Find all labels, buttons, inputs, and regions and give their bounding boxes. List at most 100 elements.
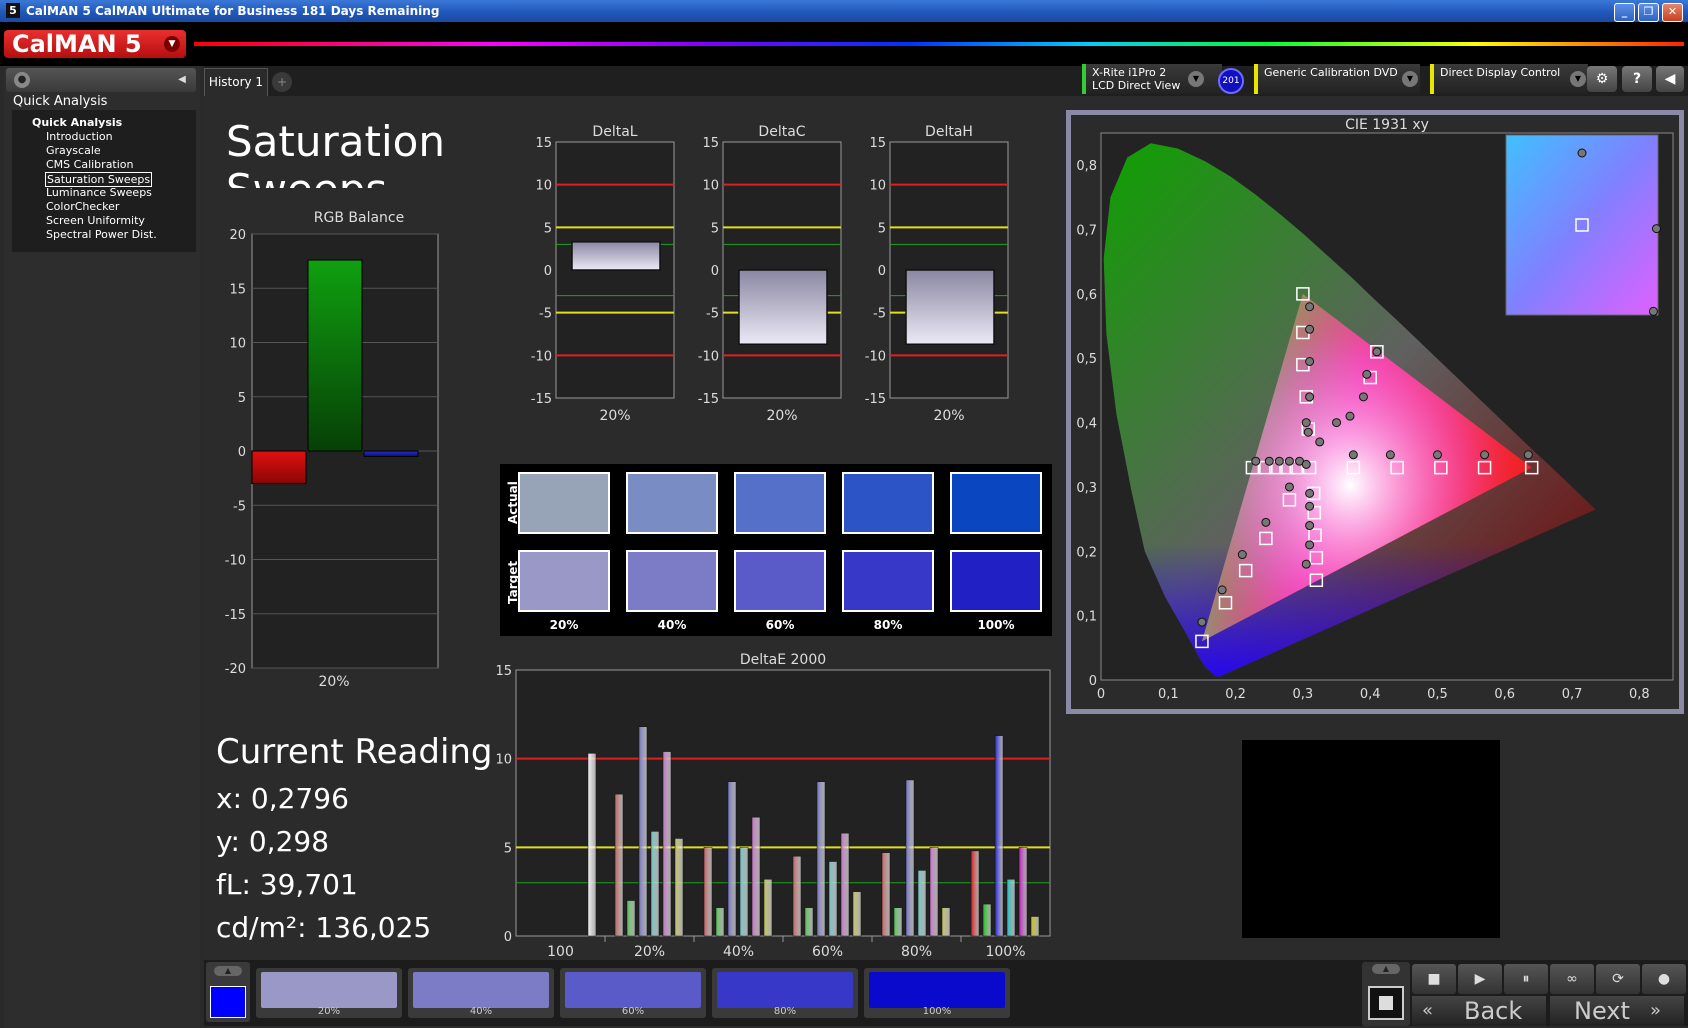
y-tick-label: 0,4 — [1076, 417, 1097, 432]
back-button[interactable]: « Back — [1412, 996, 1546, 1026]
calman-logo-menu[interactable]: CalMAN 5 ▼ — [4, 30, 186, 58]
minimize-button[interactable]: _ — [1614, 3, 1635, 22]
y-tick-label: 0 — [238, 445, 246, 460]
x-tick-label: 100% — [985, 944, 1025, 960]
deltae-bar — [941, 907, 951, 937]
bottom-swatch-label: 100% — [922, 1006, 952, 1017]
x-tick-label: 20% — [933, 408, 964, 424]
deltae-bar — [650, 831, 660, 937]
bottom-swatch-color — [413, 972, 549, 1008]
continuous-button[interactable]: ∞ — [1550, 964, 1594, 994]
y-tick-label: 10 — [535, 179, 552, 194]
meter-selector[interactable]: X-Rite i1Pro 2 LCD Direct View ▼ — [1082, 64, 1222, 94]
y-tick-label: -5 — [706, 307, 719, 322]
bottom-swatch-1[interactable]: 20% — [256, 968, 402, 1018]
page-title-line2: Sweeps — [226, 166, 476, 189]
bottom-swatch-2[interactable]: 40% — [408, 968, 554, 1018]
infinity-icon: ∞ — [1566, 971, 1578, 987]
source-selector[interactable]: Generic Calibration DVD ▼ — [1254, 64, 1420, 94]
title-bar: 5 CalMAN 5 CalMAN Ultimate for Business … — [0, 0, 1688, 22]
sidebar-item-saturation-sweeps[interactable]: Saturation Sweeps — [45, 172, 153, 187]
current-reading-title: Current Reading — [216, 732, 493, 772]
measured-point — [1345, 411, 1355, 421]
actual-swatch — [518, 472, 610, 534]
target-swatch — [734, 550, 826, 612]
meter-badge[interactable]: 201 — [1218, 68, 1244, 94]
x-tick-label: 0,5 — [1427, 687, 1448, 702]
y-tick-label: -15 — [225, 608, 246, 623]
stop-button[interactable] — [1368, 986, 1404, 1020]
y-tick-label: 5 — [504, 841, 512, 856]
tab-history-1[interactable]: History 1 — [204, 68, 268, 96]
next-button[interactable]: Next » — [1550, 996, 1684, 1026]
options-button[interactable]: ● — [1642, 964, 1686, 994]
deltae-bar — [703, 847, 713, 937]
stop-icon — [1379, 996, 1393, 1010]
bottom-swatch-5[interactable]: 100% — [864, 968, 1010, 1018]
measured-point — [1217, 585, 1227, 595]
sidebar-item-luminance-sweeps[interactable]: Luminance Sweeps — [46, 186, 152, 199]
x-tick-label: 80% — [901, 944, 932, 960]
color-preview-box — [1242, 740, 1500, 938]
delta-bar — [571, 241, 661, 271]
deltae-bar — [587, 753, 597, 937]
zoom-inset — [1505, 134, 1659, 316]
target-swatch — [518, 550, 610, 612]
x-tick-label: 40% — [723, 944, 754, 960]
chevron-down-icon: ▼ — [1402, 71, 1418, 87]
y-tick-label: 10 — [229, 337, 246, 352]
read-series-button[interactable]: ⏸ — [1504, 964, 1548, 994]
add-tab-button[interactable]: + — [272, 72, 292, 92]
target-swatch — [626, 550, 718, 612]
stop-measure-button[interactable]: ■ — [1412, 964, 1456, 994]
series-icon: ⏸ — [1522, 971, 1530, 987]
sidebar-item-introduction[interactable]: Introduction — [46, 130, 113, 143]
close-button[interactable]: ✕ — [1662, 3, 1683, 22]
page-title: Saturation Sweeps — [226, 118, 476, 188]
source-name: Generic Calibration DVD — [1264, 66, 1398, 79]
bottom-swatch-color — [261, 972, 397, 1008]
sidebar-item-colorchecker[interactable]: ColorChecker — [46, 200, 119, 213]
sidebar-item-spectral-power-dist[interactable]: Spectral Power Dist. — [46, 228, 157, 241]
app-icon: 5 — [6, 3, 20, 18]
double-chevron-left-icon: « — [1422, 1000, 1434, 1021]
deltae-bar — [917, 870, 927, 937]
x-tick-label: 60% — [812, 944, 843, 960]
display-selector[interactable]: Direct Display Control ▼ — [1430, 64, 1588, 94]
measured-point — [1305, 324, 1315, 334]
collapse-right-button[interactable]: ◀ — [1656, 66, 1684, 92]
rainbow-stripe — [194, 42, 1684, 46]
y-tick-label: 0,3 — [1076, 481, 1097, 496]
chevron-down-icon: ▼ — [1188, 71, 1204, 87]
sidebar-item-cms-calibration[interactable]: CMS Calibration — [46, 158, 134, 171]
x-tick-label: 0,8 — [1629, 687, 1650, 702]
tree-head[interactable]: Quick Analysis — [32, 116, 122, 129]
deltae-bar — [1030, 916, 1040, 937]
current-color-button[interactable]: ▲ — [206, 962, 250, 1022]
settings-button[interactable]: ⚙ — [1587, 66, 1617, 92]
bottom-swatch-3[interactable]: 60% — [560, 968, 706, 1018]
sidebar-item-screen-uniformity[interactable]: Screen Uniformity — [46, 214, 145, 227]
help-button[interactable]: ? — [1622, 66, 1652, 92]
eject-icon[interactable]: ▲ — [1372, 964, 1400, 974]
y-tick-label: -10 — [531, 349, 552, 364]
bottom-swatch-4[interactable]: 80% — [712, 968, 858, 1018]
deltae-bar — [751, 816, 761, 937]
collapse-left-icon[interactable]: ◀ — [174, 72, 190, 88]
restore-button[interactable]: ❐ — [1638, 3, 1659, 22]
actual-swatch — [950, 472, 1042, 534]
deltae-bar — [816, 781, 826, 937]
rgb-bar-r — [251, 450, 307, 485]
sidebar-item-grayscale[interactable]: Grayscale — [46, 144, 101, 157]
play-button[interactable]: ▶ — [1458, 964, 1502, 994]
y-tick-label: 0 — [544, 264, 552, 279]
measured-point — [1305, 521, 1315, 531]
refresh-button[interactable]: ⟳ — [1596, 964, 1640, 994]
actual-swatch — [842, 472, 934, 534]
measured-point — [1305, 540, 1315, 550]
pin-icon[interactable]: ● — [14, 72, 30, 88]
y-tick-label: 0 — [878, 264, 886, 279]
measured-point — [1197, 617, 1207, 627]
bottom-swatch-color — [869, 972, 1005, 1008]
window-title: CalMAN 5 CalMAN Ultimate for Business 18… — [26, 4, 440, 18]
